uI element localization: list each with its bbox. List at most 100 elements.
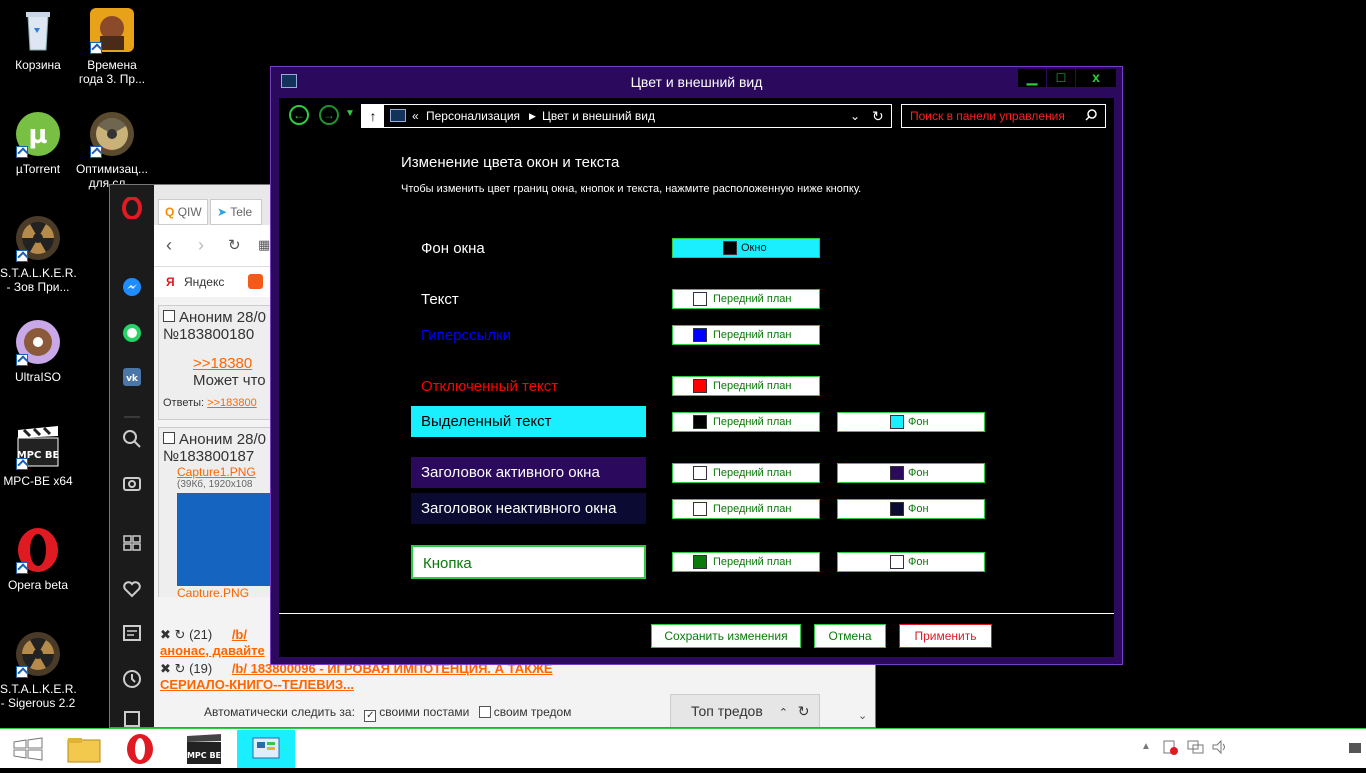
selected-fg-button[interactable]: Передний план <box>672 412 820 432</box>
taskbar-explorer[interactable] <box>56 730 112 768</box>
extensions-icon[interactable] <box>122 709 142 727</box>
heart-icon[interactable] <box>122 579 142 599</box>
back-icon[interactable]: ‹ <box>166 235 172 256</box>
selected-bg-button[interactable]: Фон <box>837 412 985 432</box>
thread-subtitle[interactable]: анонас, давайте <box>160 643 265 658</box>
inactive-title-sample: Заголовок неактивного окна <box>411 493 646 524</box>
disabled-fg-button[interactable]: Передний план <box>672 376 820 396</box>
apply-button[interactable]: Применить <box>899 624 992 648</box>
pocket-icon[interactable] <box>248 274 263 289</box>
button-label: Передний план <box>713 293 792 305</box>
news-icon[interactable] <box>122 623 142 643</box>
active-title-fg-button[interactable]: Передний план <box>672 463 820 483</box>
cancel-button[interactable]: Отмена <box>814 624 886 648</box>
stalker-icon <box>14 630 62 678</box>
notifications-icon[interactable] <box>1348 741 1362 758</box>
speed-dial-icon[interactable] <box>122 533 142 553</box>
whatsapp-icon[interactable] <box>122 323 142 343</box>
hyperlinks-label: Гиперссылки <box>421 327 511 344</box>
follow-own-label: своими постами <box>379 705 470 719</box>
tray-chevron-up-icon[interactable]: ▲ <box>1141 741 1151 752</box>
follow-own-checkbox[interactable]: ✓ <box>364 710 377 722</box>
volume-icon[interactable] <box>1211 739 1229 758</box>
address-dropdown-icon[interactable]: ⌄ <box>850 105 860 127</box>
search-input[interactable]: Поиск в панели управления <box>901 104 1106 128</box>
close-icon[interactable]: ✖ <box>160 627 171 642</box>
button-fg-button[interactable]: Передний план <box>672 552 820 572</box>
active-title-bg-button[interactable]: Фон <box>837 463 985 483</box>
action-center-icon[interactable] <box>1162 739 1178 758</box>
svg-text:vk: vk <box>126 374 139 384</box>
forward-button[interactable]: → <box>319 105 339 125</box>
refresh-icon[interactable]: ↻ <box>175 661 186 676</box>
scroll-down-icon[interactable]: ⌄ <box>858 709 867 722</box>
refresh-icon[interactable]: ↻ <box>798 703 810 719</box>
start-button[interactable] <box>0 730 56 768</box>
up-button[interactable]: ↑ <box>362 105 384 127</box>
address-bar[interactable]: ↑ « Персонализация ▶ Цвет и внешний вид … <box>361 104 892 128</box>
desktop-icon-opera-beta[interactable]: Opera beta <box>0 526 76 592</box>
minimize-button[interactable]: ▁ <box>1018 69 1046 87</box>
history-icon[interactable] <box>122 669 142 689</box>
desktop-icon-stalker-1[interactable]: S.T.A.L.K.E.R. - Зов При... <box>0 214 77 294</box>
follow-thread-checkbox[interactable] <box>478 706 491 718</box>
top-threads-button[interactable]: Топ тредов ⌃ ↻ <box>670 694 820 727</box>
refresh-icon[interactable]: ↻ <box>872 105 884 127</box>
taskbar-control-panel[interactable] <box>237 730 295 768</box>
vk-icon[interactable]: vk <box>122 367 142 387</box>
attachment-thumbnail[interactable] <box>177 493 273 586</box>
search-icon[interactable] <box>1085 105 1097 127</box>
hyperlinks-fg-button[interactable]: Передний план <box>672 325 820 345</box>
bookmark-yandex[interactable]: Яндекс <box>184 275 224 289</box>
save-changes-button[interactable]: Сохранить изменения <box>651 624 801 648</box>
tab-telegram[interactable]: ➤ Tele <box>210 199 262 225</box>
post-checkbox[interactable] <box>163 432 175 444</box>
desktop-icon-game[interactable]: Времена года 3. Пр... <box>74 6 150 86</box>
button-bg-button[interactable]: Фон <box>837 552 985 572</box>
attachment-link[interactable]: Capture1.PNG <box>163 465 269 479</box>
taskbar-mpc-be[interactable]: MPC BE <box>177 730 233 768</box>
breadcrumb-personalization[interactable]: Персонализация <box>426 105 520 127</box>
search-icon[interactable] <box>122 429 142 449</box>
control-panel-window[interactable]: Цвет и внешний вид ▁ □ x ← → ▼ ↑ « Персо… <box>270 66 1123 665</box>
tabs-grid-icon[interactable]: ▦ <box>258 237 270 253</box>
window-bg-color-button[interactable]: Окно <box>672 238 820 258</box>
thread-subtitle[interactable]: СЕРИАЛО-КНИГО--ТЕЛЕВИЗ... <box>160 677 354 692</box>
taskbar-opera[interactable] <box>112 730 168 768</box>
inactive-title-bg-button[interactable]: Фон <box>837 499 985 519</box>
close-button[interactable]: x <box>1076 69 1116 87</box>
reload-icon[interactable]: ↻ <box>228 236 241 254</box>
inactive-title-fg-button[interactable]: Передний план <box>672 499 820 519</box>
desktop-icon-stalker-2[interactable]: S.T.A.L.K.E.R. - Sigerous 2.2 <box>0 630 77 710</box>
close-icon[interactable]: ✖ <box>160 661 171 676</box>
breadcrumb-separator-icon[interactable]: ▶ <box>529 105 536 127</box>
footer-divider <box>279 613 1114 614</box>
chevron-up-icon[interactable]: ⌃ <box>779 707 788 719</box>
opera-logo-icon[interactable] <box>122 196 142 220</box>
desktop-icon-recycle-bin[interactable]: Корзина <box>0 6 76 72</box>
post-number[interactable]: №183800180 <box>163 326 269 343</box>
tab-qiwi[interactable]: Q QIW <box>158 199 208 225</box>
messenger-icon[interactable] <box>122 277 142 297</box>
breadcrumb-color-appearance[interactable]: Цвет и внешний вид <box>542 105 655 127</box>
forward-icon[interactable]: › <box>198 235 204 256</box>
post-reply-link[interactable]: >>18380 <box>163 355 269 372</box>
thread-item[interactable]: ✖ ↻ (21) /b/ <box>160 627 247 643</box>
breadcrumb-overflow[interactable]: « <box>412 105 419 127</box>
recent-pages-chevron-icon[interactable]: ▼ <box>345 108 355 119</box>
post-checkbox[interactable] <box>163 310 175 322</box>
thread-title[interactable]: /b/ <box>232 627 247 642</box>
desktop-icon-utorrent[interactable]: µ µTorrent <box>0 110 76 176</box>
desktop-icon-optimizer[interactable]: Оптимизац... для сл... <box>74 110 150 190</box>
desktop-icon-ultraiso[interactable]: UltraISO <box>0 318 76 384</box>
replies-link[interactable]: >>183800 <box>207 397 257 409</box>
refresh-icon[interactable]: ↻ <box>175 627 186 642</box>
network-icon[interactable] <box>1187 739 1205 758</box>
maximize-button[interactable]: □ <box>1047 69 1075 87</box>
desktop-icon-mpc-be[interactable]: MPC BE MPC-BE x64 <box>0 422 76 488</box>
back-button[interactable]: ← <box>289 105 309 125</box>
window-title-bar[interactable]: Цвет и внешний вид ▁ □ x <box>271 67 1122 97</box>
camera-icon[interactable] <box>122 473 142 493</box>
text-fg-button[interactable]: Передний план <box>672 289 820 309</box>
post-number[interactable]: №183800187 <box>163 448 269 465</box>
